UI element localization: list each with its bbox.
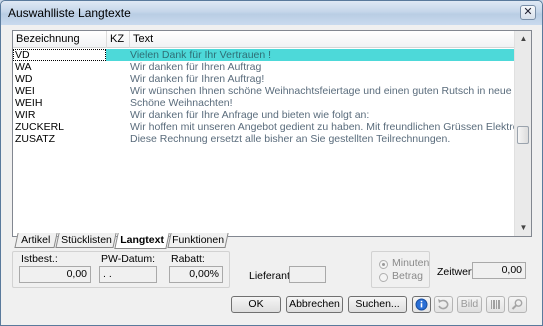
cell-kz bbox=[107, 109, 129, 121]
bild-button[interactable]: Bild bbox=[457, 296, 482, 313]
cell-bezeichnung: WD bbox=[15, 73, 33, 85]
column-header-text[interactable]: Text bbox=[130, 31, 514, 48]
list-row[interactable]: VD Vielen Dank für Ihr Vertrauen ! bbox=[13, 49, 514, 61]
ok-button[interactable]: OK bbox=[231, 296, 281, 313]
istbest-field: 0,00 bbox=[19, 266, 91, 283]
suchen-button[interactable]: Suchen... bbox=[348, 296, 407, 313]
cell-text: Wir hoffen mit unseren Angebot gedient z… bbox=[130, 121, 514, 133]
magnifier-icon bbox=[511, 299, 523, 310]
cell-kz bbox=[107, 121, 129, 133]
list-row[interactable]: WA Wir danken für Ihren Auftrag bbox=[13, 61, 514, 73]
list-rows: VD Vielen Dank für Ihr Vertrauen ! WA Wir d… bbox=[13, 49, 514, 145]
radio-betrag-label: Betrag bbox=[392, 270, 423, 282]
barcode-button[interactable] bbox=[486, 296, 505, 313]
cell-kz bbox=[107, 61, 129, 73]
list-row[interactable]: WEIH Schöne Weihnachten! bbox=[13, 97, 514, 109]
cell-kz bbox=[107, 85, 129, 97]
tab-langtext[interactable]: Langtext bbox=[114, 233, 170, 249]
tab-funktionen-label: Funktionen bbox=[172, 234, 225, 246]
pw-datum-field: . . bbox=[99, 266, 157, 283]
abbrechen-button[interactable]: Abbrechen bbox=[286, 296, 343, 313]
cell-text: Wir danken für Ihren Auftrag bbox=[130, 61, 262, 73]
zeitwert-field: 0,00 bbox=[472, 262, 526, 279]
cell-text: Wir danken für Ihren Auftrag! bbox=[130, 73, 265, 85]
pw-datum-label: PW-Datum: bbox=[101, 253, 156, 265]
cell-text: Wir wünschen Ihnen schöne Weihnachtsfeie… bbox=[130, 85, 514, 97]
tab-artikel-label: Artikel bbox=[21, 234, 51, 246]
rabatt-label: Rabatt: bbox=[171, 253, 205, 265]
cell-bezeichnung: WA bbox=[15, 61, 32, 73]
radio-minuten-label: Minuten bbox=[392, 257, 430, 269]
tab-funktionen[interactable]: Funktionen bbox=[167, 233, 229, 248]
cell-bezeichnung: WEI bbox=[15, 85, 35, 97]
cell-kz bbox=[107, 73, 129, 85]
list-header: Bezeichnung KZ Text bbox=[13, 31, 514, 48]
lookup-button[interactable] bbox=[508, 296, 527, 313]
time-mode-group: Minuten Betrag bbox=[371, 251, 430, 288]
list-row[interactable]: WEI Wir wünschen Ihnen schöne Weihnachtsf… bbox=[13, 85, 514, 97]
cell-kz bbox=[107, 133, 129, 145]
tab-langtext-label: Langtext bbox=[120, 234, 165, 246]
stock-info-group: Istbest.: 0,00 PW-Datum: . . Rabatt: 0,0… bbox=[12, 251, 230, 288]
tab-artikel[interactable]: Artikel bbox=[14, 233, 58, 248]
cell-bezeichnung: ZUCKERL bbox=[15, 121, 65, 133]
lieferant-field bbox=[289, 266, 326, 283]
list-row[interactable]: WD Wir danken für Ihren Auftrag! bbox=[13, 73, 514, 85]
column-header-kz[interactable]: KZ bbox=[107, 31, 130, 48]
vertical-scrollbar[interactable]: ▲ ▼ bbox=[514, 31, 531, 236]
lieferant-label: Lieferant: bbox=[249, 270, 293, 282]
cell-kz bbox=[107, 49, 129, 61]
list-row[interactable]: ZUCKERL Wir hoffen mit unseren Angebot ge… bbox=[13, 121, 514, 133]
list-row[interactable]: WIR Wir danken für Ihre Anfrage und biete… bbox=[13, 109, 514, 121]
radio-minuten[interactable] bbox=[379, 260, 388, 269]
window-title: Auswahlliste Langtexte bbox=[8, 6, 131, 20]
info-button[interactable] bbox=[412, 296, 431, 313]
scroll-up-icon[interactable]: ▲ bbox=[516, 31, 531, 47]
istbest-label: Istbest.: bbox=[21, 253, 58, 265]
cell-kz bbox=[107, 97, 129, 109]
cell-text: Diese Rechnung ersetzt alle bisher an Si… bbox=[130, 133, 451, 145]
cell-bezeichnung: WIR bbox=[15, 109, 36, 121]
tab-stuecklisten[interactable]: Stücklisten bbox=[55, 233, 117, 248]
close-button[interactable]: ✕ bbox=[520, 5, 536, 20]
barcode-icon bbox=[491, 300, 500, 309]
tab-strip: Artikel Stücklisten Langtext Funktionen bbox=[12, 233, 272, 249]
scroll-down-icon[interactable]: ▼ bbox=[516, 220, 531, 236]
langtext-list[interactable]: Bezeichnung KZ Text VD Vielen Dank für Ih… bbox=[12, 30, 532, 237]
cell-text: Wir danken für Ihre Anfrage und bieten w… bbox=[130, 109, 370, 121]
cell-text: Vielen Dank für Ihr Vertrauen ! bbox=[130, 49, 272, 61]
refresh-button[interactable] bbox=[434, 296, 453, 313]
title-bar[interactable]: Auswahlliste Langtexte ✕ bbox=[1, 1, 542, 25]
column-header-bezeichnung[interactable]: Bezeichnung bbox=[13, 31, 107, 48]
rabatt-field: 0,00% bbox=[169, 266, 223, 283]
dialog-window: Auswahlliste Langtexte ✕ Bezeichnung KZ … bbox=[0, 0, 543, 326]
radio-betrag[interactable] bbox=[379, 273, 388, 282]
list-row[interactable]: ZUSATZ Diese Rechnung ersetzt alle bisher… bbox=[13, 133, 514, 145]
cell-bezeichnung: WEIH bbox=[15, 97, 43, 109]
refresh-icon bbox=[438, 299, 449, 310]
scroll-thumb[interactable] bbox=[517, 126, 529, 144]
cell-bezeichnung: ZUSATZ bbox=[15, 133, 56, 145]
dialog-body: Bezeichnung KZ Text VD Vielen Dank für Ih… bbox=[5, 25, 538, 323]
tab-stuecklisten-label: Stücklisten bbox=[60, 234, 112, 246]
info-icon bbox=[415, 298, 428, 311]
cell-text: Schöne Weihnachten! bbox=[130, 97, 233, 109]
cell-bezeichnung: VD bbox=[13, 49, 106, 61]
